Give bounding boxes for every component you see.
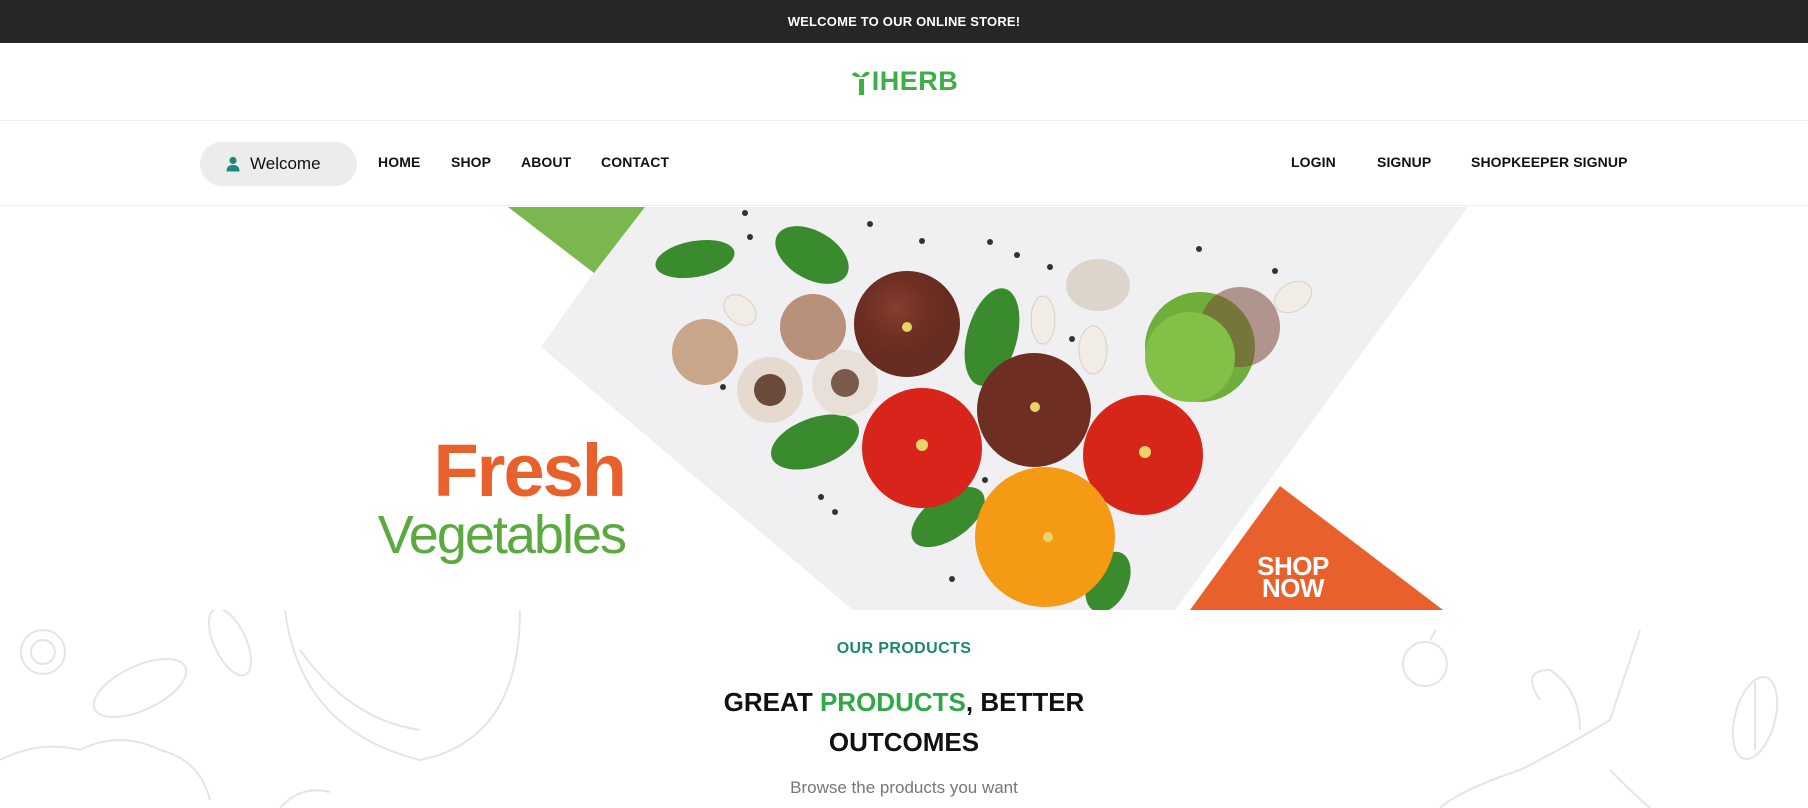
site-logo[interactable]: IHERB	[850, 66, 959, 97]
hero-title: Fresh Vegetables	[355, 429, 627, 566]
hero-banner[interactable]: Fresh Vegetables SHOP NOW	[0, 207, 1808, 610]
hero-title-vegetables: Vegetables	[377, 505, 627, 565]
nav-shopkeeper-signup[interactable]: SHOPKEEPER SIGNUP	[1471, 154, 1628, 170]
section-subtext: Browse the products you want	[790, 778, 1018, 797]
section-eyebrow: OUR PRODUCTS	[836, 640, 972, 657]
main-navigation: Welcome HOME SHOP ABOUT CONTACT LOGIN SI…	[0, 122, 1808, 206]
headline-line1: GREAT PRODUCTS, BETTER	[0, 682, 1808, 722]
welcome-label: Welcome	[250, 154, 321, 173]
nav-home[interactable]: HOME	[378, 154, 420, 170]
headline-part2: , BETTER	[965, 687, 1085, 717]
nav-login[interactable]: LOGIN	[1291, 154, 1336, 170]
headline-highlight: PRODUCTS	[819, 687, 966, 717]
nav-shop[interactable]: SHOP	[451, 154, 491, 170]
hero-title-fresh: Fresh	[433, 429, 627, 512]
header-logo-row: IHERB	[0, 43, 1808, 121]
section-headline: GREAT PRODUCTS, BETTER OUTCOMES	[0, 682, 1808, 762]
nav-signup[interactable]: SIGNUP	[1377, 154, 1431, 170]
shop-now-button[interactable]: SHOP NOW	[1248, 553, 1338, 601]
logo-text: IHERB	[871, 66, 959, 96]
announcement-text: WELCOME TO OUR ONLINE STORE!	[787, 14, 1021, 29]
announcement-bar: WELCOME TO OUR ONLINE STORE!	[0, 0, 1808, 43]
leaf-icon	[851, 71, 870, 95]
welcome-user-button[interactable]: Welcome	[200, 142, 357, 186]
hero-artwork	[508, 207, 1468, 610]
headline-line2: OUTCOMES	[828, 727, 980, 757]
user-icon	[226, 156, 240, 172]
headline-part1: GREAT	[723, 687, 820, 717]
nav-about[interactable]: ABOUT	[521, 154, 571, 170]
products-section: OUR PRODUCTS GREAT PRODUCTS, BETTER OUTC…	[0, 610, 1808, 808]
nav-contact[interactable]: CONTACT	[601, 154, 669, 170]
